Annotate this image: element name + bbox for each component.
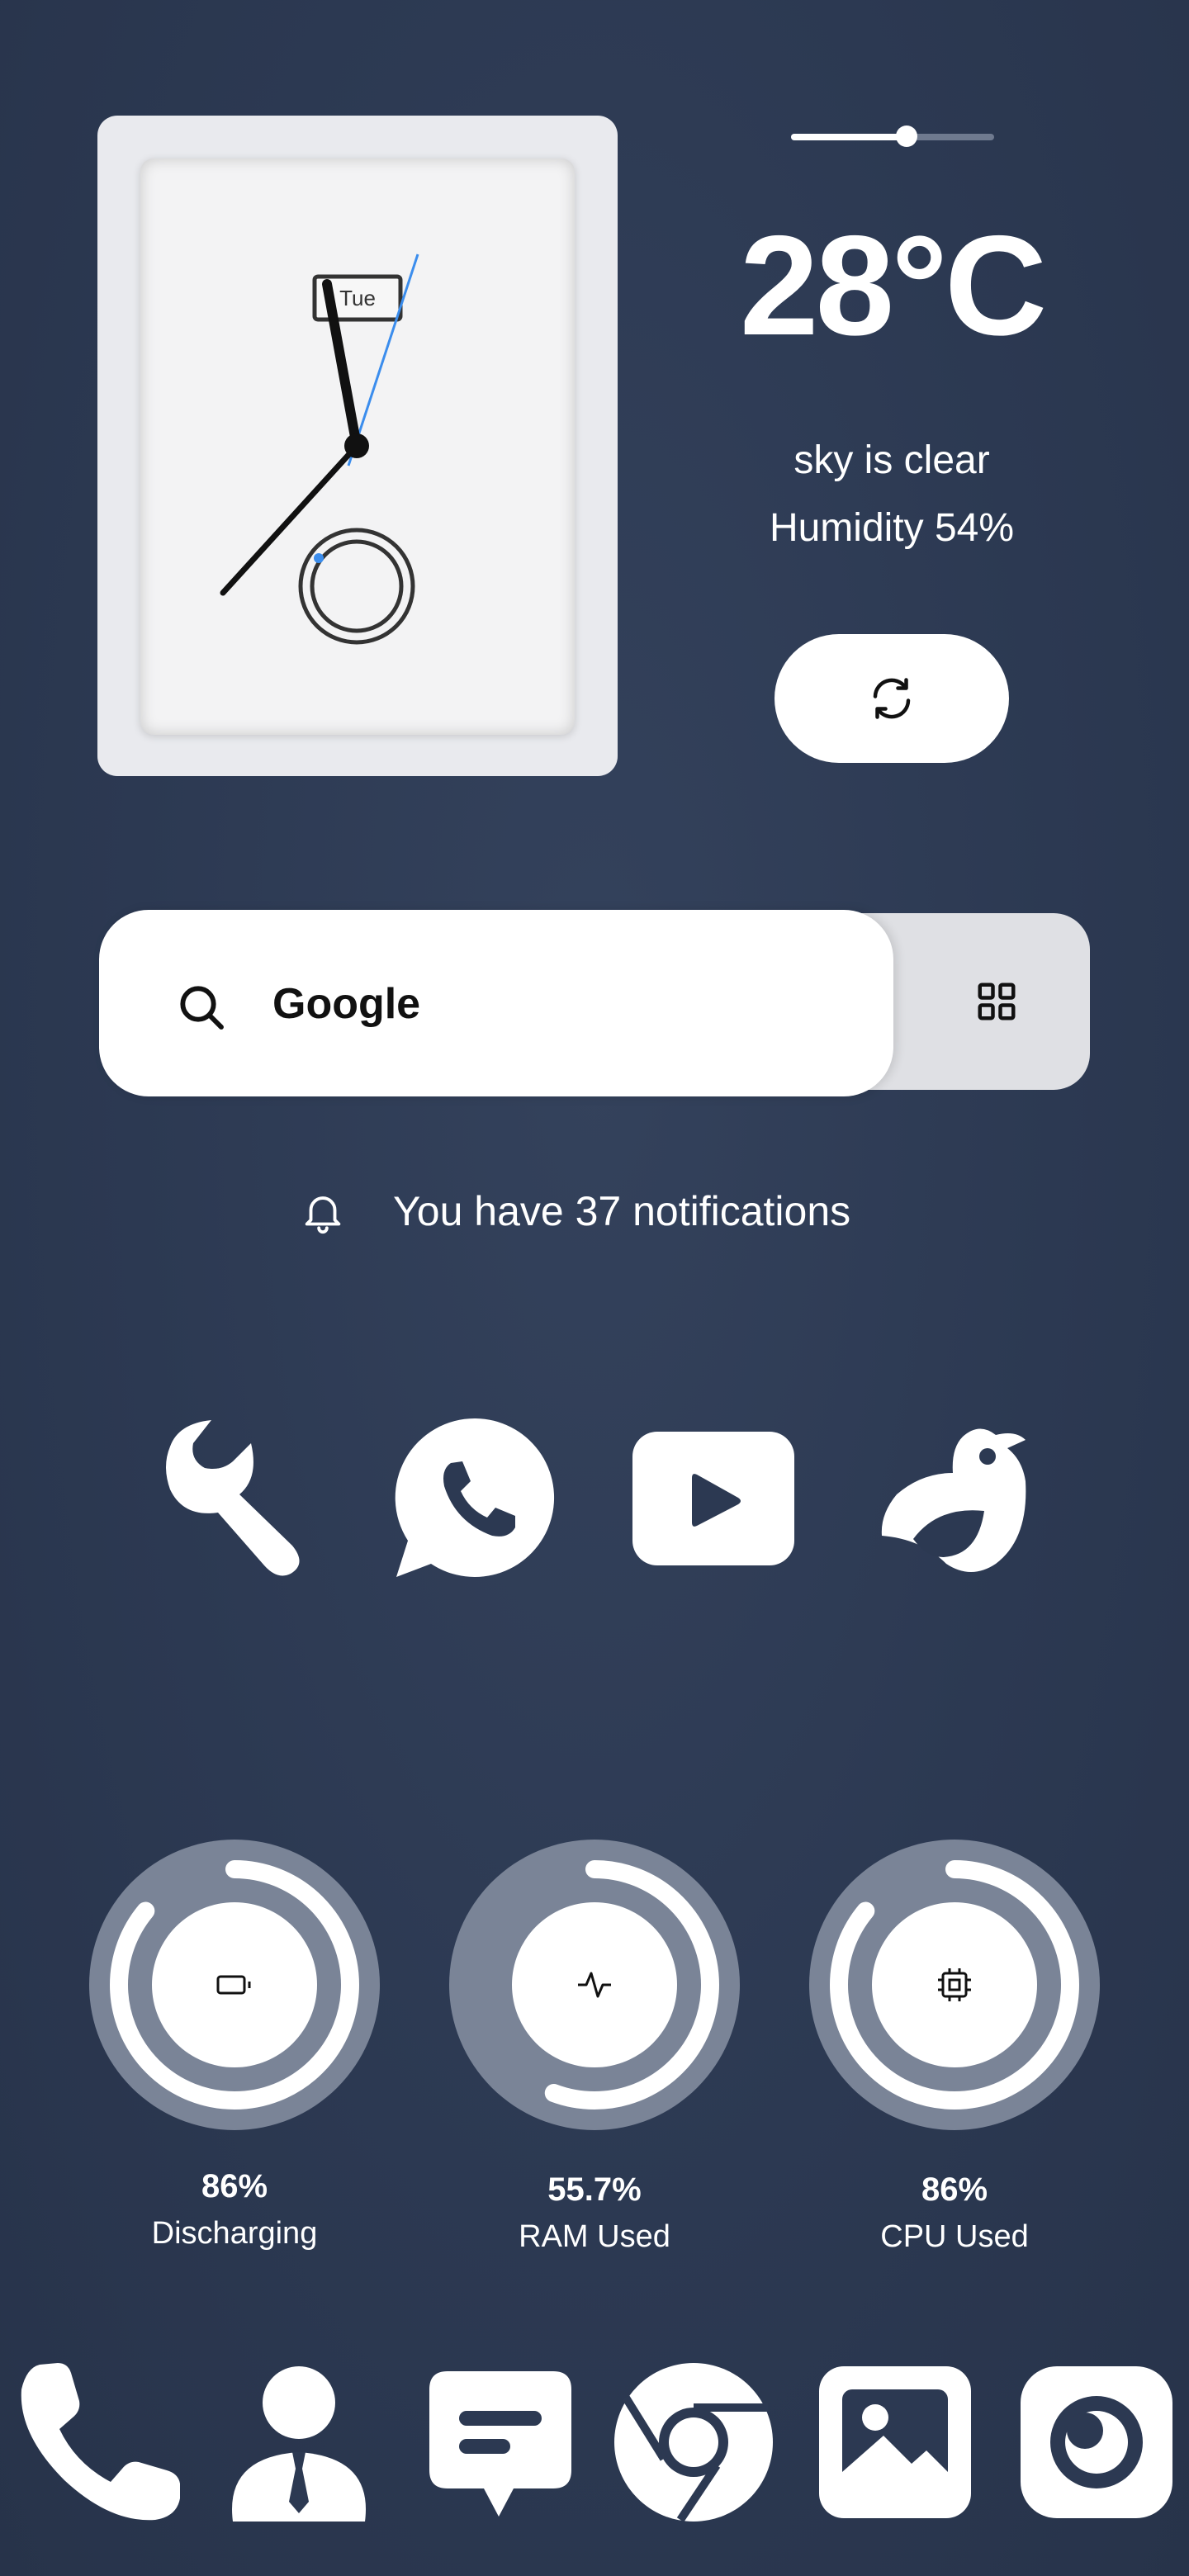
sub-dial-inner <box>310 539 404 633</box>
battery-label: Discharging <box>151 2216 318 2251</box>
gallery-icon[interactable] <box>812 2360 978 2525</box>
minute-hand <box>220 443 360 596</box>
weather-condition: sky is clear <box>793 438 990 482</box>
battery-value: 86% <box>201 2168 268 2204</box>
grid-icon <box>978 983 1016 1020</box>
cpu-value: 86% <box>921 2171 988 2208</box>
temperature: 28°C <box>739 206 1047 365</box>
refresh-weather-button[interactable] <box>775 634 1009 763</box>
clock-face: Tue <box>140 159 575 735</box>
camera-icon[interactable] <box>1014 2360 1179 2525</box>
bird-icon[interactable] <box>872 1415 1037 1580</box>
youtube-icon[interactable] <box>632 1415 798 1580</box>
ram-label: RAM Used <box>519 2219 670 2254</box>
sub-dial-outer <box>298 528 415 645</box>
phone-icon[interactable] <box>15 2360 180 2525</box>
refresh-icon <box>873 678 911 719</box>
ram-ring <box>449 1840 740 2130</box>
cpu-widget[interactable] <box>809 1840 1100 2130</box>
brightness-fill <box>791 134 907 140</box>
analog-clock: Tue <box>220 253 419 645</box>
bell-icon <box>305 1196 341 1234</box>
brightness-knob[interactable] <box>896 125 918 147</box>
clock-widget[interactable]: Tue <box>97 116 618 776</box>
battery-ring <box>89 1840 380 2130</box>
clock-center <box>344 433 369 458</box>
cpu-ring <box>809 1840 1100 2130</box>
contacts-icon[interactable] <box>216 2360 381 2525</box>
sub-dial-dot <box>314 553 324 563</box>
battery-widget[interactable] <box>89 1840 380 2130</box>
cpu-label: CPU Used <box>880 2219 1029 2254</box>
whatsapp-icon[interactable] <box>393 1415 558 1580</box>
search-bar[interactable]: Google <box>99 910 893 1096</box>
search-label: Google <box>272 980 421 1028</box>
clock-day: Tue <box>339 286 376 310</box>
chrome-icon[interactable] <box>611 2360 776 2525</box>
messages-icon[interactable] <box>418 2360 583 2525</box>
ram-value: 55.7% <box>547 2171 642 2208</box>
wrench-icon[interactable] <box>154 1415 319 1580</box>
notification-count[interactable]: You have 37 notifications <box>393 1187 850 1235</box>
ram-widget[interactable] <box>449 1840 740 2130</box>
search-icon <box>180 986 224 1030</box>
humidity: Humidity 54% <box>769 506 1015 550</box>
